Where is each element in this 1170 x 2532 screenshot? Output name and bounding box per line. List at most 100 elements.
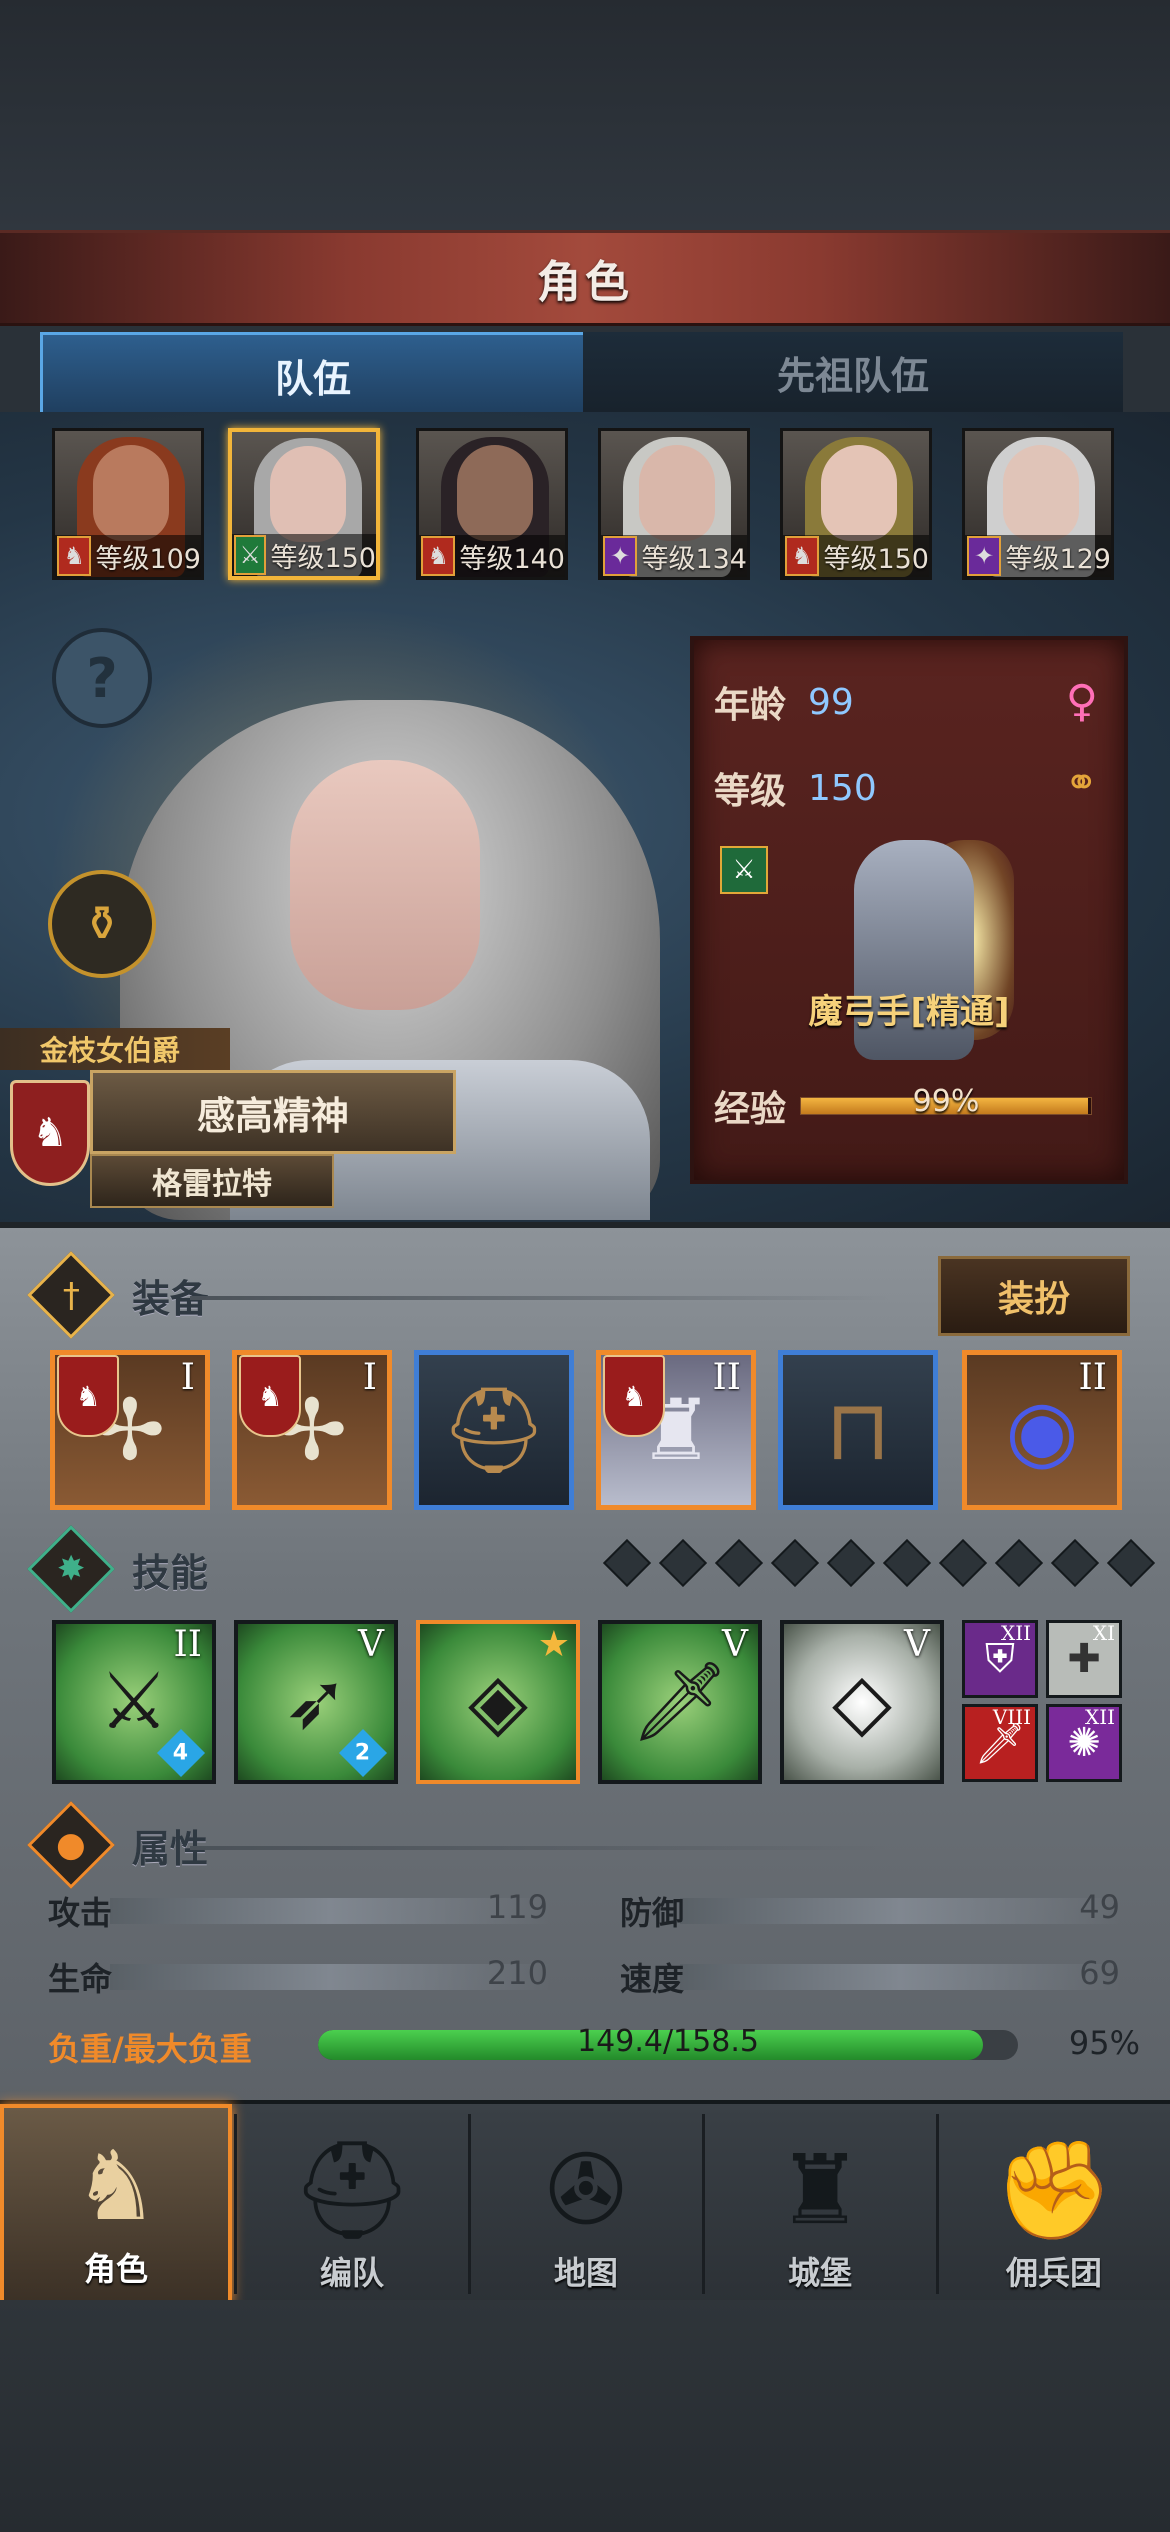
nav-label: 佣兵团 <box>1005 2254 1102 2292</box>
roster-portrait-6[interactable]: ✦ 等级129 <box>962 428 1114 580</box>
nav-label: 城堡 <box>787 2254 852 2292</box>
dress-up-button[interactable]: 装扮 <box>938 1256 1130 1336</box>
faction-shield-icon: ♞ <box>10 1080 90 1186</box>
sword-icon: † <box>27 1251 115 1339</box>
skill-slot-5[interactable]: ◇ V <box>780 1620 944 1784</box>
title-bar: 角色 <box>0 230 1170 326</box>
faction-banner-icon: ♞ <box>239 1355 301 1437</box>
equip-slot-weapon-1[interactable]: ✢ ♞ I <box>50 1350 210 1510</box>
load-label: 负重/最大负重 <box>48 2030 252 2068</box>
defense-value: 49 <box>1079 1888 1120 1926</box>
rings-icon[interactable]: ⚭ <box>1064 760 1098 806</box>
tab-team[interactable]: 队伍 <box>40 332 586 418</box>
equipment-header: † 装备 <box>27 1251 208 1339</box>
passive-rank: XI <box>1092 1621 1115 1645</box>
nav-mercenaries[interactable]: ✊ 佣兵团 <box>938 2104 1170 2304</box>
passive-rank: XII <box>1000 1621 1031 1645</box>
portrait-face <box>821 445 897 541</box>
skills-header: ✸ 技能 <box>27 1525 209 1613</box>
skill-rank: II <box>173 1624 202 1665</box>
equip-slot-boots[interactable]: ⊓ <box>778 1350 938 1510</box>
passive-rank: VIII <box>992 1705 1031 1729</box>
skill-count: 2 <box>355 1740 371 1766</box>
attack-value: 119 <box>486 1888 548 1926</box>
equip-slot-accessory[interactable]: ◉ II <box>962 1350 1122 1510</box>
section-divider <box>190 1296 890 1300</box>
skill-count: 4 <box>173 1740 189 1766</box>
roster-portrait-3[interactable]: ♞ 等级140 <box>416 428 568 580</box>
star-icon: ★ <box>537 1624 570 1665</box>
skill-slot-2[interactable]: ➶ V 2 <box>234 1620 398 1784</box>
portrait-level: 等级150 <box>823 543 929 575</box>
equip-rank: I <box>362 1357 377 1398</box>
hero-info-panel: 年龄 99 ♀ 等级 150 ⚭ ⚔ 魔弓手[精通] 经验 99% <box>690 636 1128 1184</box>
exp-text: 99% <box>912 1084 980 1119</box>
portrait-face <box>93 445 169 541</box>
tab-ancestor-team[interactable]: 先祖队伍 <box>583 332 1123 415</box>
roster-portrait-2[interactable]: ⚔ 等级150 <box>228 428 380 580</box>
portrait-level-bar: ♞ 等级109 <box>55 535 201 577</box>
roster-portrait-5[interactable]: ♞ 等级150 <box>780 428 932 580</box>
nav-formation[interactable]: ⛑ 编队 <box>236 2104 468 2304</box>
hero-title: 金枝女伯爵 <box>0 1028 230 1070</box>
diamond-icon <box>602 1538 652 1588</box>
roster-portrait-1[interactable]: ♞ 等级109 <box>52 428 204 580</box>
team-tabs: 队伍 先祖队伍 <box>40 332 1130 418</box>
passive-rank: XII <box>1084 1705 1115 1729</box>
nav-label: 地图 <box>553 2254 618 2292</box>
bottom-nav: ♞ 角色 ⛑ 编队 ✇ 地图 ♜ 城堡 ✊ 佣兵团 <box>0 2100 1170 2304</box>
hero-name: 格雷拉特 <box>90 1154 334 1208</box>
portrait-level: 等级150 <box>270 542 376 574</box>
portrait-level-bar: ♞ 等级140 <box>419 535 565 577</box>
exp-bar: 99% <box>800 1084 1093 1119</box>
equip-slot-helmet[interactable]: ⛑ <box>414 1350 574 1510</box>
hero-face <box>290 760 480 1010</box>
passive-skill-2[interactable]: ✚ XI <box>1046 1620 1122 1698</box>
passive-skill-3[interactable]: 🗡 VIII <box>962 1704 1038 1782</box>
female-icon: ♀ <box>1065 676 1098 727</box>
diamond-icon <box>658 1538 708 1588</box>
skill-slot-4[interactable]: 🗡 V <box>598 1620 762 1784</box>
horse-icon: ♞ <box>421 536 456 576</box>
attributes-title: 属性 <box>132 1826 209 1871</box>
help-icon[interactable]: ? <box>52 628 152 728</box>
portrait-level-bar: ♞ 等级150 <box>783 535 929 577</box>
equip-rank: II <box>1078 1357 1107 1398</box>
crossbow-icon: ⚔ <box>234 535 267 575</box>
diamond-icon <box>882 1538 932 1588</box>
nav-character[interactable]: ♞ 角色 <box>0 2104 232 2304</box>
nav-map[interactable]: ✇ 地图 <box>470 2104 702 2304</box>
hp-value: 210 <box>486 1954 548 1992</box>
horse-icon: ♞ <box>785 536 820 576</box>
attack-label: 攻击 <box>48 1894 113 1932</box>
skill-rank: V <box>722 1624 748 1665</box>
portrait-face <box>639 445 715 541</box>
crossbow-icon: ⚔ <box>720 846 768 894</box>
section-divider <box>190 1846 890 1850</box>
roster-portrait-4[interactable]: ✦ 等级134 <box>598 428 750 580</box>
nav-castle[interactable]: ♜ 城堡 <box>704 2104 936 2304</box>
load-value: 149.4/158.5 <box>577 2024 759 2059</box>
top-background <box>0 0 1170 230</box>
page-title: 角色 <box>537 257 633 308</box>
skill-slot-1[interactable]: ⚔ II 4 <box>52 1620 216 1784</box>
portrait-level-bar: ✦ 等级134 <box>601 535 747 577</box>
equip-slot-weapon-2[interactable]: ✢ ♞ I <box>232 1350 392 1510</box>
diamond-icon <box>1106 1538 1156 1588</box>
skill-slot-3[interactable]: ◈ ★ <box>416 1620 580 1784</box>
diamond-icon <box>994 1538 1044 1588</box>
passive-skill-1[interactable]: ⛨ XII <box>962 1620 1038 1698</box>
portrait-face <box>457 445 533 541</box>
skills-title: 技能 <box>132 1550 209 1595</box>
exp-row: 经验 99% <box>714 1080 1093 1132</box>
passive-skill-4[interactable]: ✺ XII <box>1046 1704 1122 1782</box>
potion-icon[interactable]: ⚱ <box>48 870 156 978</box>
level-row: 等级 150 <box>714 762 877 814</box>
equip-slot-armor[interactable]: ♜ ♞ II <box>596 1350 756 1510</box>
faction-banner-icon: ♞ <box>603 1355 665 1437</box>
level-label: 等级 <box>714 771 787 812</box>
skill-rank: V <box>904 1624 930 1665</box>
helmet-icon: ⛑ <box>291 2134 413 2246</box>
knight-icon: ♞ <box>72 2130 160 2242</box>
hp-label: 生命 <box>48 1960 113 1998</box>
